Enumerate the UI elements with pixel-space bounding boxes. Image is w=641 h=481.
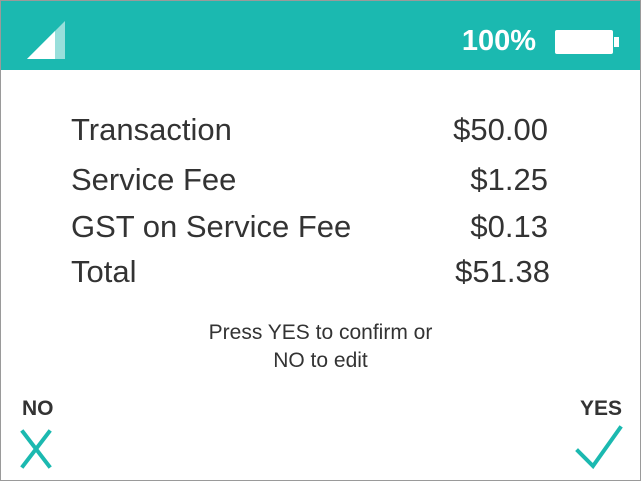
no-label: NO [22, 397, 54, 420]
payment-terminal-screen: 100% Transaction $50.00 Service Fee $1.2… [0, 0, 641, 481]
x-icon[interactable] [19, 429, 53, 469]
total-label: Total [71, 254, 137, 289]
transaction-amount: $50.00 [453, 112, 548, 147]
checkmark-icon[interactable] [575, 425, 623, 469]
service-fee-amount: $1.25 [470, 162, 548, 197]
prompt-line-1: Press YES to confirm or [208, 321, 433, 344]
battery-icon [555, 30, 619, 54]
battery-percentage: 100% [461, 25, 536, 57]
yes-label: YES [579, 397, 622, 420]
status-bar: 100% [1, 1, 640, 70]
prompt-line-2: NO to edit [273, 349, 368, 372]
gst-label: GST on Service Fee [71, 209, 352, 244]
transaction-label: Transaction [71, 112, 232, 147]
gst-amount: $0.13 [470, 209, 548, 244]
confirmation-prompt: Press YES to confirm or NO to edit [1, 319, 640, 375]
service-fee-label: Service Fee [71, 162, 237, 197]
signal-strength-icon [27, 21, 65, 59]
total-amount: $51.38 [455, 254, 550, 289]
